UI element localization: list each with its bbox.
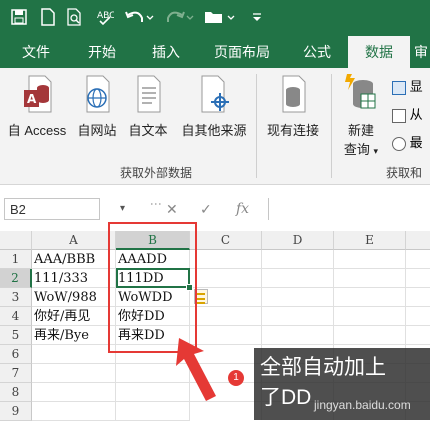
- group-label-get-external: 获取外部数据: [120, 166, 193, 180]
- tab-data[interactable]: 数据: [348, 36, 410, 68]
- recent-icon: [392, 136, 406, 151]
- watermark: jingyan.baidu.com: [314, 398, 411, 412]
- redo-icon[interactable]: [164, 8, 194, 28]
- new-file-icon[interactable]: [40, 8, 56, 28]
- tab-review[interactable]: 审: [414, 36, 430, 68]
- new-query-label-2: 查询: [343, 142, 370, 157]
- row-header-6[interactable]: 6: [0, 345, 32, 364]
- col-header-d[interactable]: D: [262, 231, 334, 250]
- annotation-text-1: 全部自动加上: [260, 356, 386, 379]
- save-icon[interactable]: [10, 8, 28, 28]
- new-query-icon: [345, 74, 376, 109]
- undo-icon[interactable]: [124, 8, 154, 28]
- from-text-label: 自文本: [128, 123, 168, 138]
- from-web-button[interactable]: 自网站: [72, 72, 122, 139]
- tab-home[interactable]: 开始: [74, 36, 130, 68]
- highlight-box: [108, 222, 197, 353]
- other-sources-icon: [201, 75, 229, 113]
- row-header-8[interactable]: 8: [0, 383, 32, 402]
- select-all-corner[interactable]: [0, 231, 32, 250]
- cell-a3[interactable]: WoW/988: [32, 288, 116, 307]
- row-header-3[interactable]: 3: [0, 288, 32, 307]
- annotation-badge: 1: [228, 370, 244, 386]
- group-label-get-transform: 获取和: [386, 166, 423, 180]
- open-folder-icon[interactable]: [204, 8, 236, 28]
- ribbon-data: A 自 Access 自网站 自文本 自其他来源 现有连接 新建 查询 ▾ 显 …: [0, 68, 430, 185]
- connections-icon: [282, 75, 306, 113]
- cell-b9[interactable]: [116, 402, 190, 421]
- group-divider: [331, 74, 332, 178]
- cell-a4[interactable]: 你好/再见: [32, 307, 116, 326]
- new-query-button[interactable]: 新建 查询 ▾: [336, 72, 386, 158]
- show-queries-item[interactable]: 显: [392, 76, 423, 96]
- from-access-label: 自 Access: [7, 123, 67, 138]
- tab-page-layout[interactable]: 页面布局: [202, 36, 282, 68]
- confirm-icon[interactable]: ✓: [200, 198, 212, 220]
- access-icon: A: [24, 75, 52, 113]
- tab-formulas[interactable]: 公式: [292, 36, 342, 68]
- from-table-item[interactable]: 从: [392, 104, 423, 124]
- svg-text:A: A: [27, 92, 37, 106]
- from-text-button[interactable]: 自文本: [122, 72, 174, 139]
- more-dots-icon: ⋮: [149, 198, 163, 210]
- cell-a5[interactable]: 再来/Bye: [32, 326, 116, 345]
- formula-input[interactable]: [268, 198, 430, 220]
- name-box[interactable]: B2: [4, 198, 100, 220]
- cell-a1[interactable]: AAA/BBB: [32, 250, 116, 269]
- new-query-label-1: 新建: [347, 123, 374, 138]
- col-header-f[interactable]: [406, 231, 430, 250]
- row-header-4[interactable]: 4: [0, 307, 32, 326]
- tab-file[interactable]: 文件: [10, 36, 62, 68]
- col-header-a[interactable]: A: [32, 231, 116, 250]
- existing-connections-label: 现有连接: [266, 123, 319, 138]
- insert-function-button[interactable]: fx: [236, 198, 249, 220]
- cell-a2[interactable]: 111/333: [32, 269, 116, 288]
- cell-a6[interactable]: [32, 345, 116, 364]
- col-header-c[interactable]: C: [190, 231, 262, 250]
- table-icon: [392, 80, 406, 95]
- row-header-2[interactable]: 2: [0, 269, 32, 288]
- tab-insert[interactable]: 插入: [140, 36, 192, 68]
- col-header-e[interactable]: E: [334, 231, 406, 250]
- row-header-1[interactable]: 1: [0, 250, 32, 269]
- cell-a8[interactable]: [32, 383, 116, 402]
- text-file-icon: [137, 75, 161, 113]
- cell-a7[interactable]: [32, 364, 116, 383]
- spellcheck-icon[interactable]: ABC: [96, 8, 115, 28]
- chevron-down-icon[interactable]: ▾: [120, 198, 125, 220]
- from-access-button[interactable]: A 自 Access: [4, 72, 70, 139]
- from-web-label: 自网站: [77, 123, 117, 138]
- cell-a9[interactable]: [32, 402, 116, 421]
- from-other-sources-button[interactable]: 自其他来源: [174, 72, 254, 139]
- formula-bar: B2 ▾ ⋮ ✕ ✓ fx: [0, 192, 430, 226]
- grid-icon: [392, 108, 406, 123]
- group-divider: [256, 74, 257, 178]
- svg-text:ABC: ABC: [97, 11, 114, 21]
- annotation-text-2: 了DD: [260, 386, 312, 409]
- cell-b8[interactable]: [116, 383, 190, 402]
- cell-b7[interactable]: [116, 364, 190, 383]
- existing-connections-button[interactable]: 现有连接: [260, 72, 326, 139]
- chevron-down-icon: ▾: [373, 146, 379, 156]
- recent-sources-item[interactable]: 最: [392, 132, 423, 152]
- row-header-7[interactable]: 7: [0, 364, 32, 383]
- ribbon-tabs: 文件 开始 插入 页面布局 公式 数据 审: [0, 36, 430, 68]
- from-other-sources-label: 自其他来源: [181, 123, 247, 138]
- globe-icon: [86, 75, 110, 113]
- row-header-5[interactable]: 5: [0, 326, 32, 345]
- customize-qat-icon[interactable]: [250, 8, 264, 28]
- row-header-9[interactable]: 9: [0, 402, 32, 421]
- cancel-icon[interactable]: ✕: [166, 198, 178, 220]
- quick-access-toolbar: ABC: [0, 0, 430, 36]
- annotation-callout: 全部自动加上 了DD jingyan.baidu.com: [254, 348, 430, 420]
- print-preview-icon[interactable]: [66, 8, 84, 28]
